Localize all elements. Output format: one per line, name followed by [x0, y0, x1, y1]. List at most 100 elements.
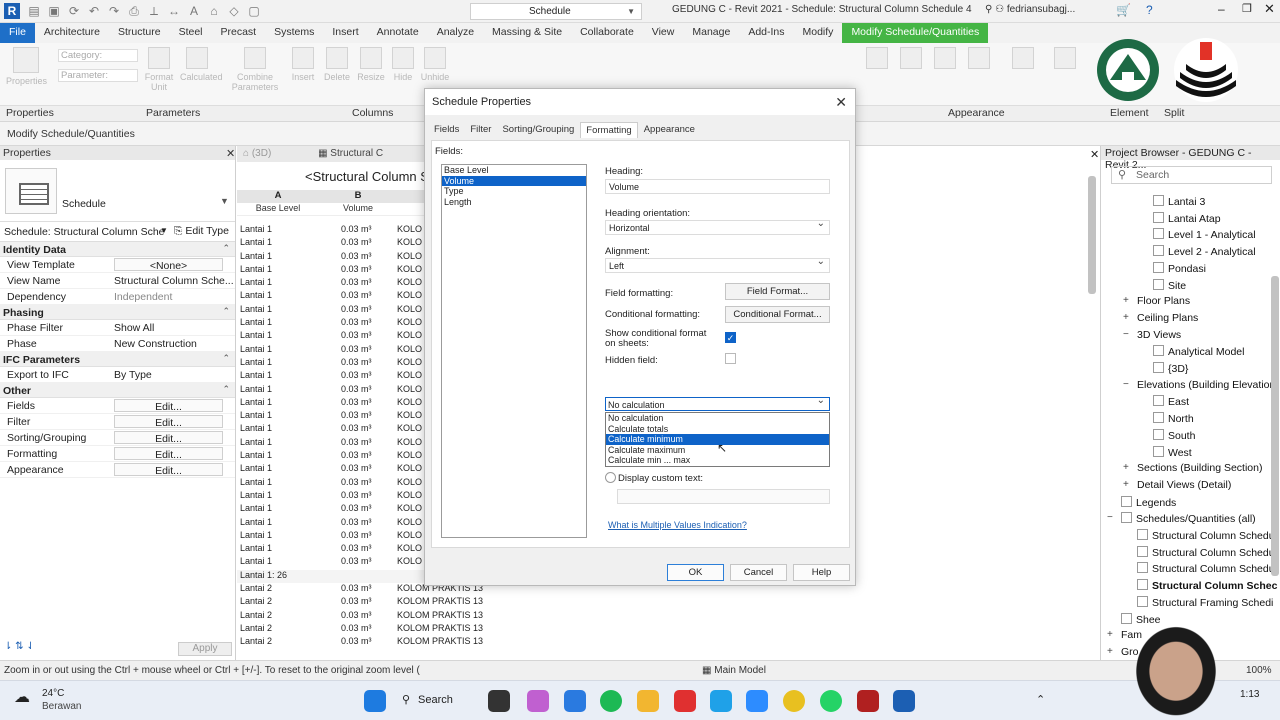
- property-edit-button[interactable]: Edit...: [114, 431, 223, 444]
- view-scrollbar[interactable]: [1088, 176, 1096, 294]
- adobe-icon[interactable]: [674, 690, 696, 712]
- conditional-format-button[interactable]: Conditional Format...: [725, 306, 830, 323]
- property-edit-button[interactable]: Edit...: [114, 463, 223, 476]
- field-format-button[interactable]: Field Format...: [725, 283, 830, 300]
- tree-item[interactable]: Lantai Atap: [1153, 211, 1221, 225]
- tree-item[interactable]: Elevations (Building Elevation): [1137, 379, 1279, 391]
- tab-add-ins[interactable]: Add-Ins: [739, 23, 793, 43]
- tree-item[interactable]: Floor Plans: [1137, 295, 1190, 307]
- redo-icon[interactable]: ↷: [106, 3, 122, 19]
- align-horizontal-tool[interactable]: [1006, 47, 1040, 72]
- open-icon[interactable]: ▤: [26, 3, 42, 19]
- help-button[interactable]: Help: [793, 564, 850, 581]
- tab-structure[interactable]: Structure: [109, 23, 170, 43]
- tab-schedule[interactable]: ▦ Structural C: [318, 148, 383, 159]
- zoom-level[interactable]: 100%: [1246, 665, 1272, 676]
- tray-chevron-icon[interactable]: ⌃: [1036, 693, 1045, 706]
- task-view-icon[interactable]: [488, 690, 510, 712]
- mvi-help-link[interactable]: What is Multiple Values Indication?: [608, 520, 747, 530]
- tag-icon[interactable]: A: [186, 3, 202, 19]
- tree-item[interactable]: Lantai 3: [1153, 195, 1205, 208]
- section-header[interactable]: Other ⌃: [0, 383, 235, 398]
- tab-steel[interactable]: Steel: [170, 23, 212, 43]
- menu-item[interactable]: No calculation: [606, 413, 829, 424]
- list-item[interactable]: Length: [442, 197, 586, 208]
- project-browser-search[interactable]: ⚲ Search: [1111, 166, 1272, 184]
- type-selector[interactable]: Schedule ▼: [0, 160, 235, 222]
- app-icon[interactable]: [564, 690, 586, 712]
- edit-type-button[interactable]: ⎘ Edit Type: [174, 225, 229, 238]
- property-edit-button[interactable]: <None>: [114, 258, 223, 271]
- print-icon[interactable]: ⎙: [126, 3, 142, 19]
- menu-item[interactable]: Calculate totals: [606, 424, 829, 435]
- orientation-select[interactable]: Horizontal: [605, 218, 830, 235]
- expand-icon[interactable]: +: [1123, 295, 1129, 306]
- property-value[interactable]: New Construction: [110, 336, 235, 351]
- close-icon[interactable]: ✕: [1264, 1, 1275, 17]
- sync-icon[interactable]: ⟳: [66, 3, 82, 19]
- minimize-icon[interactable]: –: [1218, 2, 1225, 16]
- tree-item[interactable]: Structural Column Schedu: [1137, 545, 1275, 559]
- edge-icon[interactable]: [710, 690, 732, 712]
- help-icon[interactable]: ?: [1146, 3, 1153, 17]
- property-value[interactable]: Structural Column Sche...: [110, 273, 235, 288]
- close-icon[interactable]: ✕: [226, 147, 235, 160]
- tab-massing-site[interactable]: Massing & Site: [483, 23, 571, 43]
- tab-fields[interactable]: Fields: [429, 122, 464, 138]
- property-value[interactable]: By Type: [110, 367, 235, 382]
- show-conditional-checkbox[interactable]: ✓: [725, 332, 736, 343]
- copilot-icon[interactable]: [527, 690, 549, 712]
- align-vertical-tool[interactable]: [1048, 47, 1082, 72]
- save-icon[interactable]: ▣: [46, 3, 62, 19]
- property-edit-button[interactable]: Edit...: [114, 415, 223, 428]
- table-row[interactable]: Lantai 2 0.03 m³ KOLOM PRAKTIS 13: [237, 636, 555, 649]
- insert-column-tool[interactable]: Insert: [286, 47, 320, 82]
- tab-modify-schedule-quantities[interactable]: Modify Schedule/Quantities: [842, 23, 989, 43]
- tab-file[interactable]: File: [0, 23, 35, 43]
- tab-modify[interactable]: Modify: [794, 23, 843, 43]
- cart-icon[interactable]: 🛒: [1116, 3, 1131, 17]
- file-explorer-icon[interactable]: [637, 690, 659, 712]
- section-icon[interactable]: ◇: [226, 3, 242, 19]
- calculated-tool[interactable]: Calculated: [180, 47, 223, 82]
- maximize-icon[interactable]: ❐: [1242, 2, 1252, 15]
- tree-item[interactable]: Structural Column Schedu: [1137, 562, 1275, 575]
- close-views-icon[interactable]: ▢: [246, 3, 262, 19]
- apply-button[interactable]: Apply: [178, 642, 232, 656]
- tab-filter[interactable]: Filter: [465, 122, 496, 138]
- collapse-icon[interactable]: −: [1123, 379, 1129, 390]
- tree-item[interactable]: Sections (Building Section): [1137, 462, 1262, 474]
- tree-item[interactable]: Legends: [1121, 495, 1176, 509]
- tree-item[interactable]: Structural Column Schedu: [1137, 529, 1275, 542]
- tree-item[interactable]: West: [1153, 445, 1192, 459]
- resize-column-tool[interactable]: Resize: [354, 47, 388, 82]
- tree-item[interactable]: North: [1153, 412, 1194, 425]
- table-row[interactable]: Lantai 2 0.03 m³ KOLOM PRAKTIS 13: [237, 610, 555, 623]
- tree-item[interactable]: East: [1153, 395, 1189, 408]
- section-header[interactable]: Identity Data ⌃: [0, 242, 235, 257]
- section-header[interactable]: Phasing ⌃: [0, 305, 235, 320]
- property-value[interactable]: Show All: [110, 320, 235, 335]
- font-tool[interactable]: [962, 47, 996, 72]
- collapse-icon[interactable]: ⌃: [222, 384, 230, 395]
- menu-item[interactable]: Calculate min ... max: [606, 455, 829, 466]
- tab-systems[interactable]: Systems: [265, 23, 323, 43]
- format-unit-tool[interactable]: Format Unit: [142, 47, 176, 92]
- hidden-field-checkbox[interactable]: [725, 353, 736, 364]
- tab-architecture[interactable]: Architecture: [35, 23, 109, 43]
- browser-scrollbar[interactable]: [1271, 276, 1279, 576]
- properties-help-icon[interactable]: ⇂ ⇅ ⇃: [4, 641, 35, 652]
- tab-precast[interactable]: Precast: [212, 23, 266, 43]
- property-edit-button[interactable]: Edit...: [114, 399, 223, 412]
- table-row[interactable]: Lantai 2 0.03 m³ KOLOM PRAKTIS 13: [237, 623, 555, 636]
- reset-tool[interactable]: [928, 47, 962, 72]
- heading-input[interactable]: Volume: [605, 179, 830, 194]
- column-letter-b[interactable]: B: [319, 190, 397, 203]
- combine-parameters-tool[interactable]: Combine Parameters: [230, 47, 280, 92]
- expand-icon[interactable]: +: [1123, 479, 1129, 490]
- tree-item[interactable]: Schedules/Quantities (all): [1121, 512, 1256, 525]
- collapse-icon[interactable]: ⌃: [222, 243, 230, 254]
- property-value[interactable]: Independent: [110, 289, 235, 304]
- dialog-close-icon[interactable]: ✕: [835, 94, 847, 111]
- column-letter-a[interactable]: A: [237, 190, 319, 203]
